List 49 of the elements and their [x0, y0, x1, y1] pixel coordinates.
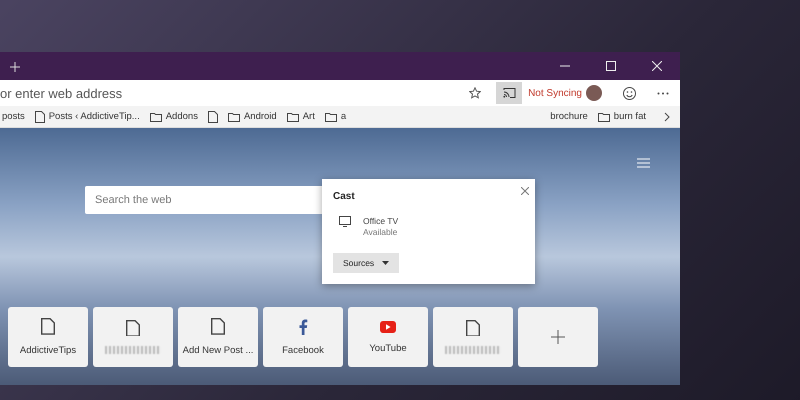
close-icon — [652, 61, 662, 71]
folder-icon — [324, 112, 337, 122]
site-tile[interactable]: AddictiveTips — [8, 307, 88, 367]
plus-icon — [551, 330, 565, 344]
maximize-icon — [606, 61, 616, 71]
sources-button[interactable]: Sources — [333, 253, 400, 273]
bookmark-item[interactable]: posts — [2, 111, 25, 122]
more-icon — [657, 92, 669, 94]
document-icon — [208, 110, 218, 122]
bookmark-item[interactable]: Posts ‹ AddictiveTip... — [34, 110, 140, 122]
site-tile[interactable] — [93, 307, 173, 367]
site-tile[interactable]: Facebook — [263, 307, 343, 367]
document-icon — [126, 320, 140, 336]
site-tile[interactable]: YouTube — [348, 307, 428, 367]
close-icon — [521, 187, 529, 195]
bookmark-item[interactable]: Addons — [150, 111, 198, 122]
bookmark-item[interactable]: Art — [286, 111, 315, 122]
monitor-icon — [339, 216, 351, 227]
menu-icon — [637, 158, 650, 168]
folder-icon — [598, 112, 610, 122]
document-icon — [211, 318, 225, 335]
site-tile[interactable]: Add New Post ... — [178, 307, 258, 367]
sync-status-button[interactable]: Not Syncing — [526, 88, 584, 98]
bookmark-item[interactable]: brochure — [550, 111, 588, 122]
add-site-tile[interactable] — [518, 307, 598, 367]
youtube-icon — [380, 320, 396, 332]
bookmark-item[interactable]: Android — [228, 111, 277, 122]
folder-icon — [228, 112, 240, 122]
bookmark-item[interactable]: a — [324, 111, 346, 122]
smiley-icon — [622, 86, 636, 100]
site-tile[interactable] — [433, 307, 513, 367]
folder-icon — [286, 112, 299, 122]
chevron-right-icon — [664, 112, 670, 122]
document-icon — [466, 320, 480, 336]
cast-button[interactable] — [496, 82, 522, 104]
bookmark-item[interactable]: burn fat — [598, 111, 646, 122]
cast-icon — [502, 88, 516, 98]
device-status: Available — [363, 227, 398, 238]
popup-title: Cast — [333, 191, 356, 202]
device-name[interactable]: Office TV — [363, 216, 398, 227]
profile-avatar[interactable] — [586, 85, 602, 101]
star-icon — [469, 87, 482, 99]
folder-icon — [150, 112, 162, 122]
bookmark-item[interactable] — [208, 110, 218, 122]
document-icon — [41, 318, 55, 335]
plus-icon — [10, 62, 20, 72]
facebook-icon — [298, 318, 308, 334]
document-icon — [34, 110, 45, 122]
caret-icon — [382, 261, 390, 265]
